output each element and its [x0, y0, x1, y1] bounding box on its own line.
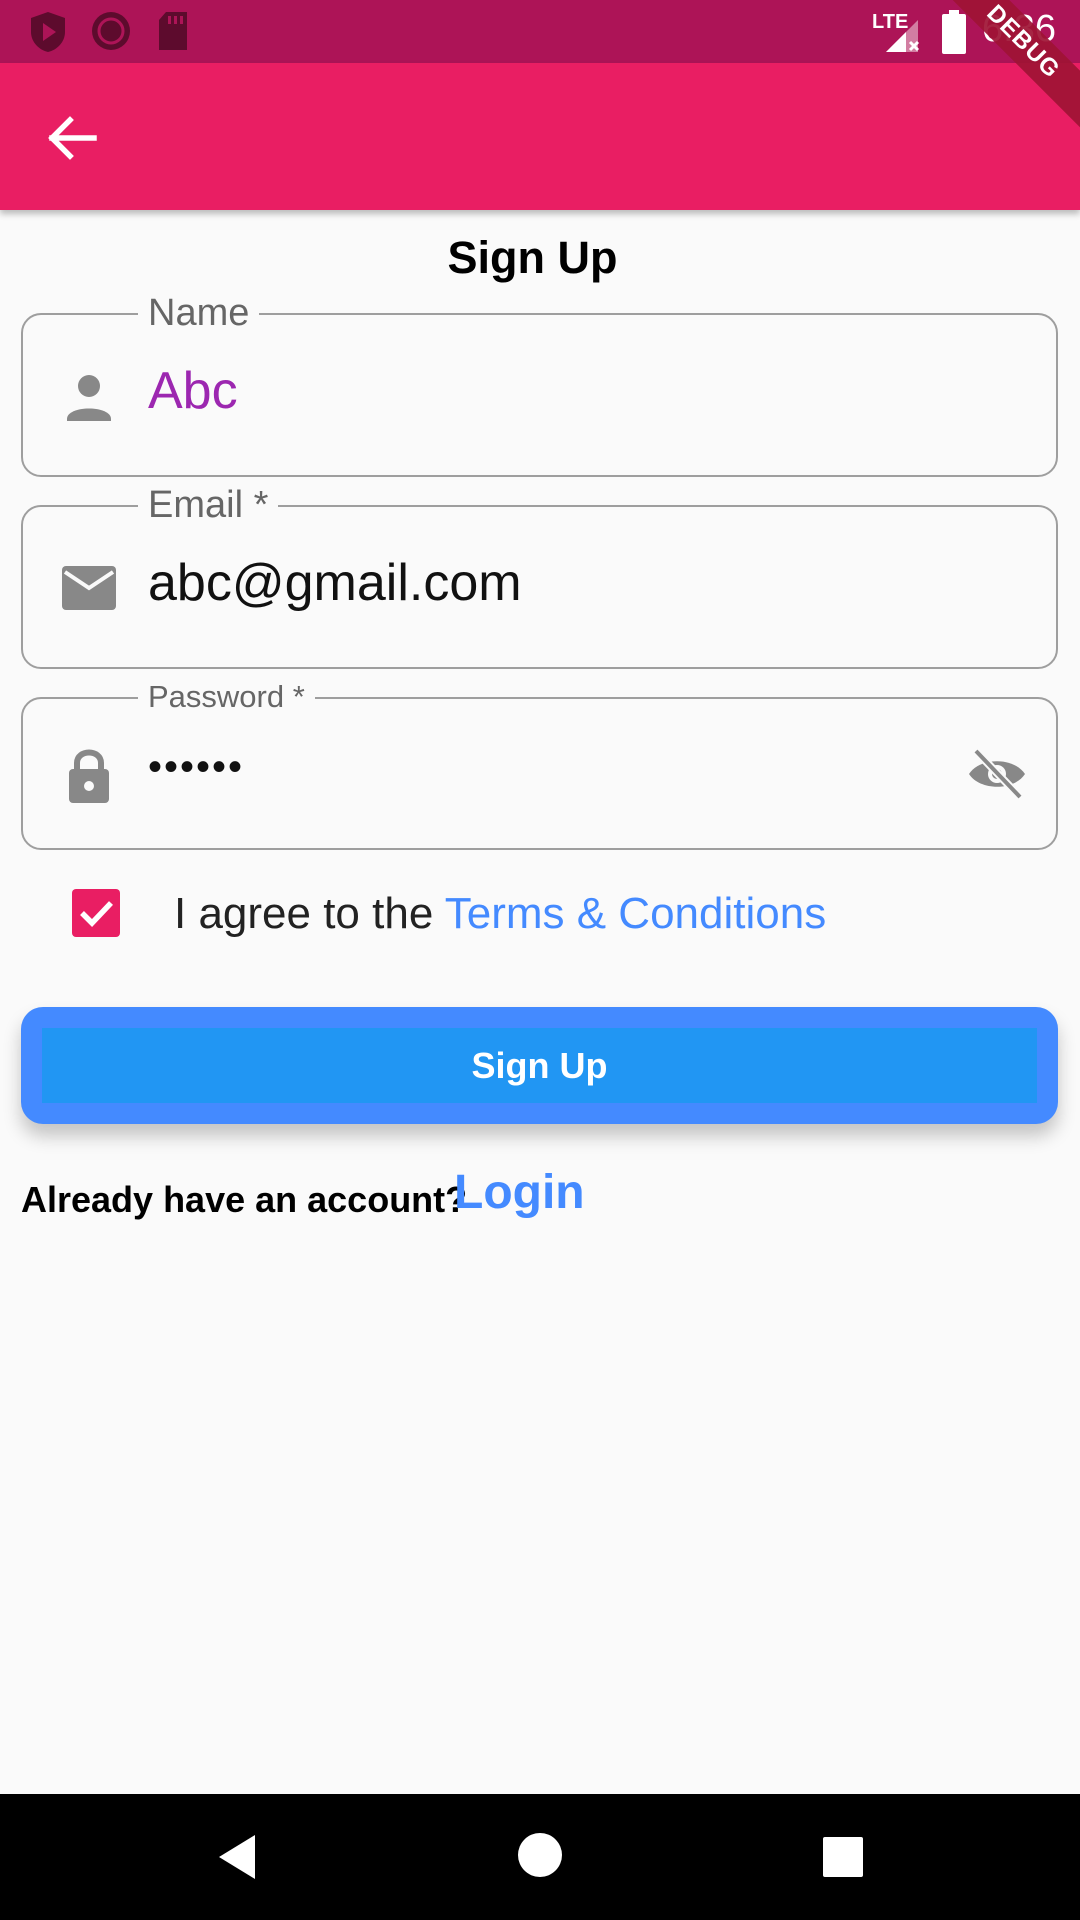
svg-text:LTE: LTE: [872, 11, 908, 33]
app-bar: [0, 63, 1080, 210]
terms-prefix: I agree to the: [174, 889, 445, 938]
person-icon: [67, 375, 111, 421]
battery-icon: [942, 10, 966, 54]
signup-button-container[interactable]: Sign Up: [21, 1007, 1058, 1124]
status-bar: LTE 6:36: [0, 0, 1080, 63]
name-field-label: Name: [138, 291, 260, 335]
check-icon: [80, 901, 113, 927]
email-field-label: Email *: [138, 483, 279, 527]
lte-signal-icon: LTE: [872, 11, 920, 52]
password-field[interactable]: Password * ••••••: [21, 679, 1058, 850]
email-input[interactable]: abc@gmail.com: [148, 553, 928, 613]
signup-button[interactable]: Sign Up: [42, 1028, 1037, 1103]
sd-card-icon: [159, 12, 187, 50]
terms-row: I agree to the Terms & Conditions: [72, 888, 972, 940]
back-triangle-icon[interactable]: [215, 1832, 259, 1882]
password-input[interactable]: ••••••: [148, 737, 928, 797]
lock-icon: [69, 749, 109, 803]
page-title: Sign Up: [447, 232, 618, 283]
nav-bar: [0, 1794, 1080, 1920]
login-prompt: Already have an account?: [21, 1179, 468, 1220]
recents-square-icon[interactable]: [822, 1836, 864, 1878]
terms-text: I agree to the Terms & Conditions: [174, 888, 826, 940]
email-field[interactable]: Email * abc@gmail.com: [21, 483, 1058, 669]
visibility-off-icon[interactable]: [966, 747, 1028, 801]
login-row: Already have an account? Login: [21, 1165, 921, 1225]
name-input[interactable]: Abc: [148, 361, 928, 421]
shield-play-icon: [31, 12, 65, 52]
mail-icon: [62, 566, 116, 610]
terms-link[interactable]: Terms & Conditions: [445, 889, 826, 938]
password-field-label: Password *: [138, 679, 315, 715]
home-circle-icon[interactable]: [517, 1832, 563, 1878]
arrow-back-icon[interactable]: [42, 113, 102, 163]
name-field[interactable]: Name Abc: [21, 291, 1058, 477]
record-circle-icon: [92, 12, 130, 50]
login-link[interactable]: Login: [454, 1165, 585, 1220]
terms-checkbox[interactable]: [72, 889, 120, 937]
